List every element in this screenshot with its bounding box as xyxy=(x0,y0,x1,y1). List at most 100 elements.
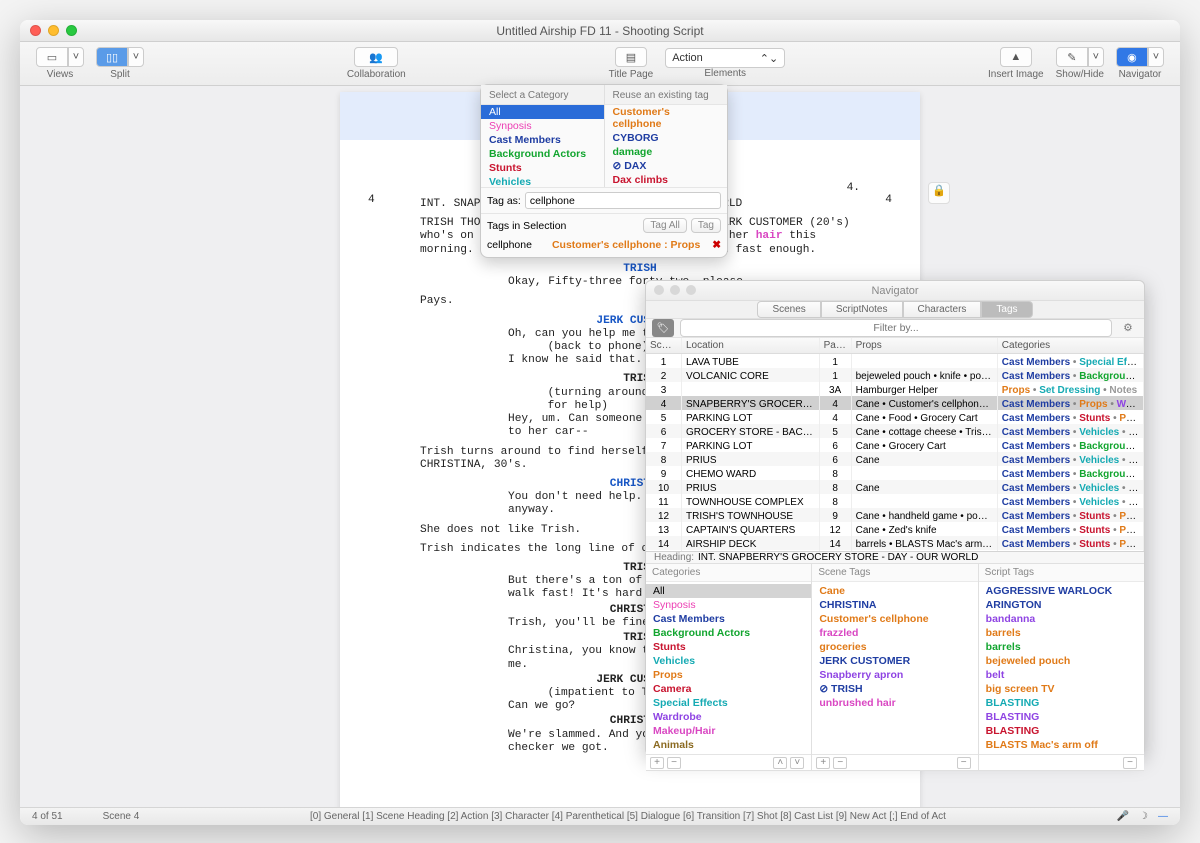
list-item[interactable]: Snapberry apron xyxy=(812,668,977,682)
elements-select[interactable]: Action⌃⌄ Elements xyxy=(659,48,791,79)
nav-tab-tags[interactable]: Tags xyxy=(981,301,1032,318)
category-item[interactable]: All xyxy=(481,105,604,119)
selection-tag-row[interactable]: cellphone Customer's cellphone : Props ✖ xyxy=(481,237,727,253)
add-button[interactable]: + xyxy=(816,757,830,769)
remove-button[interactable]: − xyxy=(833,757,847,769)
insert-image-button[interactable]: ▲ Insert Image xyxy=(982,47,1050,80)
existing-tag-item[interactable]: CYBORG xyxy=(605,131,728,145)
table-row[interactable]: 2VOLCANIC CORE1bejeweled pouch • knife •… xyxy=(646,368,1144,382)
lock-icon[interactable]: 🔒 xyxy=(928,182,950,204)
existing-tag-item[interactable]: damage xyxy=(605,145,728,159)
maximize-button[interactable] xyxy=(66,25,77,36)
list-item[interactable]: Makeup/Hair xyxy=(646,724,811,738)
split-button[interactable]: ▯▯˅ Split xyxy=(90,47,150,80)
table-row[interactable]: 8PRIUS6CaneCast Members • Vehicles • Pro… xyxy=(646,452,1144,466)
category-item[interactable]: Vehicles xyxy=(481,175,604,187)
list-item[interactable]: BLASTING xyxy=(979,724,1144,738)
list-item[interactable]: JERK CUSTOMER xyxy=(812,654,977,668)
category-item[interactable]: Cast Members xyxy=(481,133,604,147)
table-row[interactable]: 7PARKING LOT6Cane • Grocery CartCast Mem… xyxy=(646,438,1144,452)
list-item[interactable]: Synposis xyxy=(646,598,811,612)
table-row[interactable]: 11TOWNHOUSE COMPLEX8Cast Members • Vehic… xyxy=(646,494,1144,508)
table-row[interactable]: 1LAVA TUBE1Cast Members • Special Effect… xyxy=(646,354,1144,368)
list-item[interactable]: CHRISTINA xyxy=(812,598,977,612)
category-item[interactable]: Stunts xyxy=(481,161,604,175)
column-header[interactable]: Props xyxy=(852,338,998,353)
list-item[interactable]: Vehicles xyxy=(646,654,811,668)
list-item[interactable]: Cast Members xyxy=(646,612,811,626)
table-row[interactable]: 10PRIUS8CaneCast Members • Vehicles • Pr… xyxy=(646,480,1144,494)
settings-icon[interactable]: ⚙ xyxy=(1118,322,1138,334)
up-button[interactable]: ˄ xyxy=(773,757,787,769)
list-item[interactable]: BLASTING xyxy=(979,710,1144,724)
column-header[interactable]: Page xyxy=(820,338,852,353)
nav-max[interactable] xyxy=(686,285,696,295)
close-button[interactable] xyxy=(30,25,41,36)
nav-tab-characters[interactable]: Characters xyxy=(903,301,982,318)
list-item[interactable]: barrels xyxy=(979,626,1144,640)
table-row[interactable]: 9CHEMO WARD8Cast Members • Background Ac… xyxy=(646,466,1144,480)
list-item[interactable]: Cane xyxy=(812,584,977,598)
category-item[interactable]: Background Actors xyxy=(481,147,604,161)
collapse-icon[interactable]: — xyxy=(1158,811,1168,822)
titlepage-button[interactable]: ▤ Title Page xyxy=(603,47,660,80)
collaboration-button[interactable]: 👥 Collaboration xyxy=(341,47,412,80)
remove-button[interactable]: − xyxy=(667,757,681,769)
nav-tab-scenes[interactable]: Scenes xyxy=(757,301,820,318)
down-button[interactable]: ˅ xyxy=(790,757,804,769)
existing-tag-item[interactable]: ⊘ DAX xyxy=(605,159,728,173)
tag-icon[interactable]: 🏷 xyxy=(652,319,674,337)
remove-tag-icon[interactable]: ✖ xyxy=(712,239,721,251)
tag-hair[interactable]: hair xyxy=(756,230,783,242)
nav-close[interactable] xyxy=(654,285,664,295)
existing-tag-item[interactable]: Dax climbs xyxy=(605,173,728,187)
tag-all-button[interactable]: Tag All xyxy=(643,218,686,233)
list-item[interactable]: Camera xyxy=(646,682,811,696)
list-item[interactable]: Background Actors xyxy=(646,626,811,640)
list-item[interactable]: Animals xyxy=(646,738,811,752)
existing-tag-item[interactable]: Customer's cellphone xyxy=(605,105,728,131)
column-header[interactable]: Categories xyxy=(998,338,1144,353)
table-row[interactable]: 33AHamburger HelperProps • Set Dressing … xyxy=(646,382,1144,396)
list-item[interactable]: belt xyxy=(979,668,1144,682)
list-item[interactable]: bandanna xyxy=(979,612,1144,626)
list-item[interactable]: Special Effects xyxy=(646,696,811,710)
list-item[interactable]: frazzled xyxy=(812,626,977,640)
table-row[interactable]: 13CAPTAIN'S QUARTERS12Cane • Zed's knife… xyxy=(646,522,1144,536)
mic-icon[interactable]: 🎤 xyxy=(1117,811,1129,822)
list-item[interactable]: bejeweled pouch xyxy=(979,654,1144,668)
moon-icon[interactable]: ☽ xyxy=(1139,811,1148,822)
table-row[interactable]: 12TRISH'S TOWNHOUSE9Cane • handheld game… xyxy=(646,508,1144,522)
list-item[interactable]: Customer's cellphone xyxy=(812,612,977,626)
table-row[interactable]: 4SNAPBERRY'S GROCERY ST…4Cane • Customer… xyxy=(646,396,1144,410)
list-item[interactable]: ⊘ TRISH xyxy=(812,682,977,696)
list-item[interactable]: big screen TV xyxy=(979,682,1144,696)
showhide-button[interactable]: ✎˅ Show/Hide xyxy=(1050,47,1110,80)
views-button[interactable]: ▭˅ Views xyxy=(30,47,90,80)
tag-button[interactable]: Tag xyxy=(691,218,721,233)
column-header[interactable]: Scene # xyxy=(646,338,682,353)
list-item[interactable]: unbrushed hair xyxy=(812,696,977,710)
minimize-button[interactable] xyxy=(48,25,59,36)
list-item[interactable]: Stunts xyxy=(646,640,811,654)
nav-tab-scriptnotes[interactable]: ScriptNotes xyxy=(821,301,903,318)
list-item[interactable]: AGGRESSIVE WARLOCK xyxy=(979,584,1144,598)
list-item[interactable]: BLASTS Mac's arm off xyxy=(979,738,1144,752)
add-button[interactable]: + xyxy=(650,757,664,769)
list-item[interactable]: barrels xyxy=(979,640,1144,654)
list-item[interactable]: All xyxy=(646,584,811,598)
table-row[interactable]: 5PARKING LOT4Cane • Food • Grocery CartC… xyxy=(646,410,1144,424)
table-row[interactable]: 14AIRSHIP DECK14barrels • BLASTS Mac's a… xyxy=(646,536,1144,550)
category-item[interactable]: Synposis xyxy=(481,119,604,133)
navigator-button[interactable]: ◉˅ Navigator xyxy=(1110,47,1170,80)
table-row[interactable]: 6GROCERY STORE - BACK OF…5Cane • cottage… xyxy=(646,424,1144,438)
list-item[interactable]: Props xyxy=(646,668,811,682)
list-item[interactable]: Wardrobe xyxy=(646,710,811,724)
list-item[interactable]: groceries xyxy=(812,640,977,654)
filter-input[interactable] xyxy=(680,319,1112,337)
list-item[interactable]: BLASTING xyxy=(979,696,1144,710)
tag-as-input[interactable] xyxy=(525,192,721,209)
nav-min[interactable] xyxy=(670,285,680,295)
list-item[interactable]: ARINGTON xyxy=(979,598,1144,612)
column-header[interactable]: Location xyxy=(682,338,820,353)
